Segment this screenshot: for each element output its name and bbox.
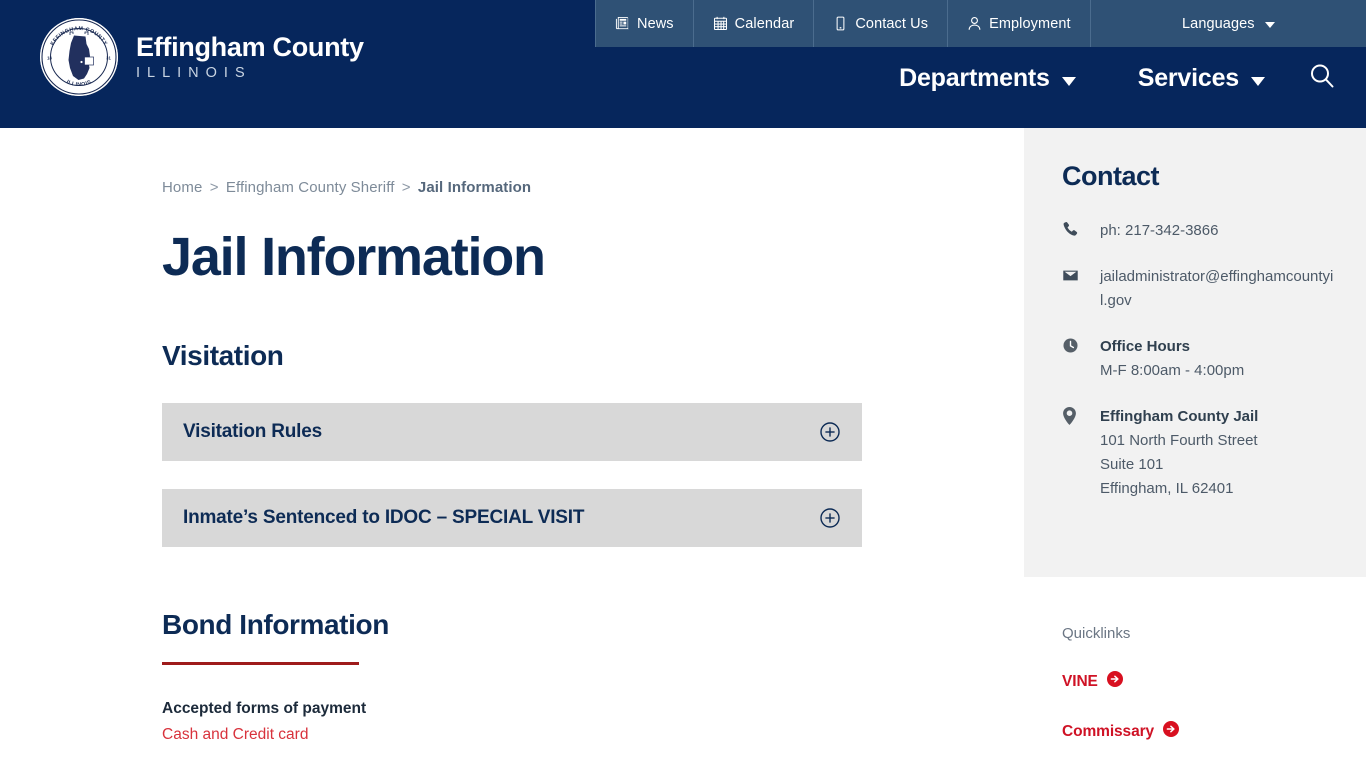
contact-row-phone: ph: 217-342-3866 <box>1062 219 1336 243</box>
svg-text:31: 31 <box>106 56 111 61</box>
site-logo[interactable]: EFFINGHAM COUNTY ILLINOIS 18 31 Effingha… <box>40 18 364 96</box>
visitation-accordion: Visitation Rules Inmate’s Sentenced to I… <box>162 403 862 547</box>
utility-item-contact-us[interactable]: Contact Us <box>814 0 949 47</box>
contact-email-link[interactable]: jailadministrator@effinghamcountyil.gov <box>1100 265 1336 313</box>
office-hours-value: M-F 8:00am - 4:00pm <box>1100 362 1245 379</box>
quicklink-label: VINE <box>1062 672 1098 690</box>
bond-payment-value: Cash and Credit card <box>162 726 309 743</box>
utility-item-label: Employment <box>989 15 1071 32</box>
calendar-icon <box>713 16 728 31</box>
address-name: Effingham County Jail <box>1100 408 1259 425</box>
utility-item-label: Contact Us <box>855 15 929 32</box>
page-body: Home > Effingham County Sheriff > Jail I… <box>0 128 1366 768</box>
utility-item-news[interactable]: News <box>595 0 694 47</box>
utility-item-label: News <box>637 15 674 32</box>
main-content: Home > Effingham County Sheriff > Jail I… <box>162 128 962 744</box>
nav-item-departments[interactable]: Departments <box>868 64 1107 93</box>
address-line-3: Effingham, IL 62401 <box>1100 480 1234 497</box>
quicklink-vine[interactable]: VINE <box>1062 671 1336 692</box>
chevron-down-icon <box>1061 76 1076 86</box>
envelope-icon <box>1062 265 1100 284</box>
bond-payment-label: Accepted forms of payment <box>162 700 367 717</box>
circle-plus-icon[interactable] <box>819 421 841 443</box>
contact-phone-text[interactable]: ph: 217-342-3866 <box>1100 219 1218 243</box>
breadcrumb-parent[interactable]: Effingham County Sheriff <box>226 179 395 196</box>
brand-subtitle: ILLINOIS <box>136 65 252 82</box>
contact-row-office-hours: Office Hours M-F 8:00am - 4:00pm <box>1062 335 1336 383</box>
utility-item-label: Calendar <box>734 15 795 32</box>
quicklinks-section: Quicklinks VINE Commissary <box>1024 577 1366 742</box>
contact-row-email: jailadministrator@effinghamcountyil.gov <box>1062 265 1336 313</box>
accordion-item-visitation-rules[interactable]: Visitation Rules <box>162 403 862 461</box>
utility-navigation: News Calendar Contact Us Employment Lang… <box>595 0 1366 47</box>
breadcrumb-separator: > <box>209 179 219 196</box>
circle-plus-icon[interactable] <box>819 507 841 529</box>
arrow-circle-right-icon <box>1106 671 1123 692</box>
utility-item-languages[interactable]: Languages <box>1091 0 1366 47</box>
search-icon <box>1307 61 1337 96</box>
main-navigation: Departments Services <box>868 56 1344 100</box>
clock-icon <box>1062 335 1100 354</box>
utility-item-label: Languages <box>1181 15 1255 32</box>
breadcrumb: Home > Effingham County Sheriff > Jail I… <box>162 128 962 196</box>
quicklinks-heading: Quicklinks <box>1062 625 1131 642</box>
chevron-down-icon <box>1251 76 1265 86</box>
county-seal-icon: EFFINGHAM COUNTY ILLINOIS 18 31 <box>40 18 118 96</box>
breadcrumb-home[interactable]: Home <box>162 179 202 196</box>
utility-item-calendar[interactable]: Calendar <box>694 0 815 47</box>
map-pin-icon <box>1062 405 1100 425</box>
contact-row-address: Effingham County Jail 101 North Fourth S… <box>1062 405 1336 501</box>
section-heading-bond-information: Bond Information <box>162 609 389 640</box>
office-hours-label: Office Hours <box>1100 338 1191 355</box>
mobile-phone-icon <box>833 16 848 31</box>
phone-icon <box>1062 219 1100 238</box>
nav-item-services[interactable]: Services <box>1107 64 1296 93</box>
nav-item-label: Departments <box>899 63 1050 92</box>
accordion-title: Inmate’s Sentenced to IDOC – SPECIAL VIS… <box>183 507 585 528</box>
address-line-1: 101 North Fourth Street <box>1100 432 1258 449</box>
contact-list: ph: 217-342-3866 jailadministrator@effin… <box>1062 219 1336 501</box>
site-header: News Calendar Contact Us Employment Lang… <box>0 0 1366 128</box>
contact-heading: Contact <box>1062 161 1160 191</box>
utility-item-employment[interactable]: Employment <box>948 0 1091 47</box>
arrow-circle-right-icon <box>1163 721 1180 742</box>
address-line-2: Suite 101 <box>1100 456 1164 473</box>
quicklink-label: Commissary <box>1062 722 1155 740</box>
accordion-item-idoc-special-visit[interactable]: Inmate’s Sentenced to IDOC – SPECIAL VIS… <box>162 489 862 547</box>
svg-text:18: 18 <box>47 56 52 61</box>
accordion-title: Visitation Rules <box>183 421 322 442</box>
breadcrumb-current: Jail Information <box>417 179 532 196</box>
section-heading-visitation: Visitation <box>162 340 284 371</box>
brand-name: Effingham County <box>136 31 364 62</box>
search-button[interactable] <box>1300 56 1344 100</box>
page-title: Jail Information <box>162 227 546 287</box>
user-icon <box>967 16 982 31</box>
quicklink-commissary[interactable]: Commissary <box>1062 721 1336 742</box>
contact-panel: Contact ph: 217-342-3866 jailadministrat… <box>1024 128 1366 577</box>
breadcrumb-separator: > <box>401 179 411 196</box>
nav-item-label: Services <box>1137 63 1239 92</box>
sidebar: Contact ph: 217-342-3866 jailadministrat… <box>1024 128 1366 742</box>
chevron-down-icon <box>1264 21 1275 28</box>
newspaper-icon <box>615 16 630 31</box>
section-divider <box>162 662 359 665</box>
